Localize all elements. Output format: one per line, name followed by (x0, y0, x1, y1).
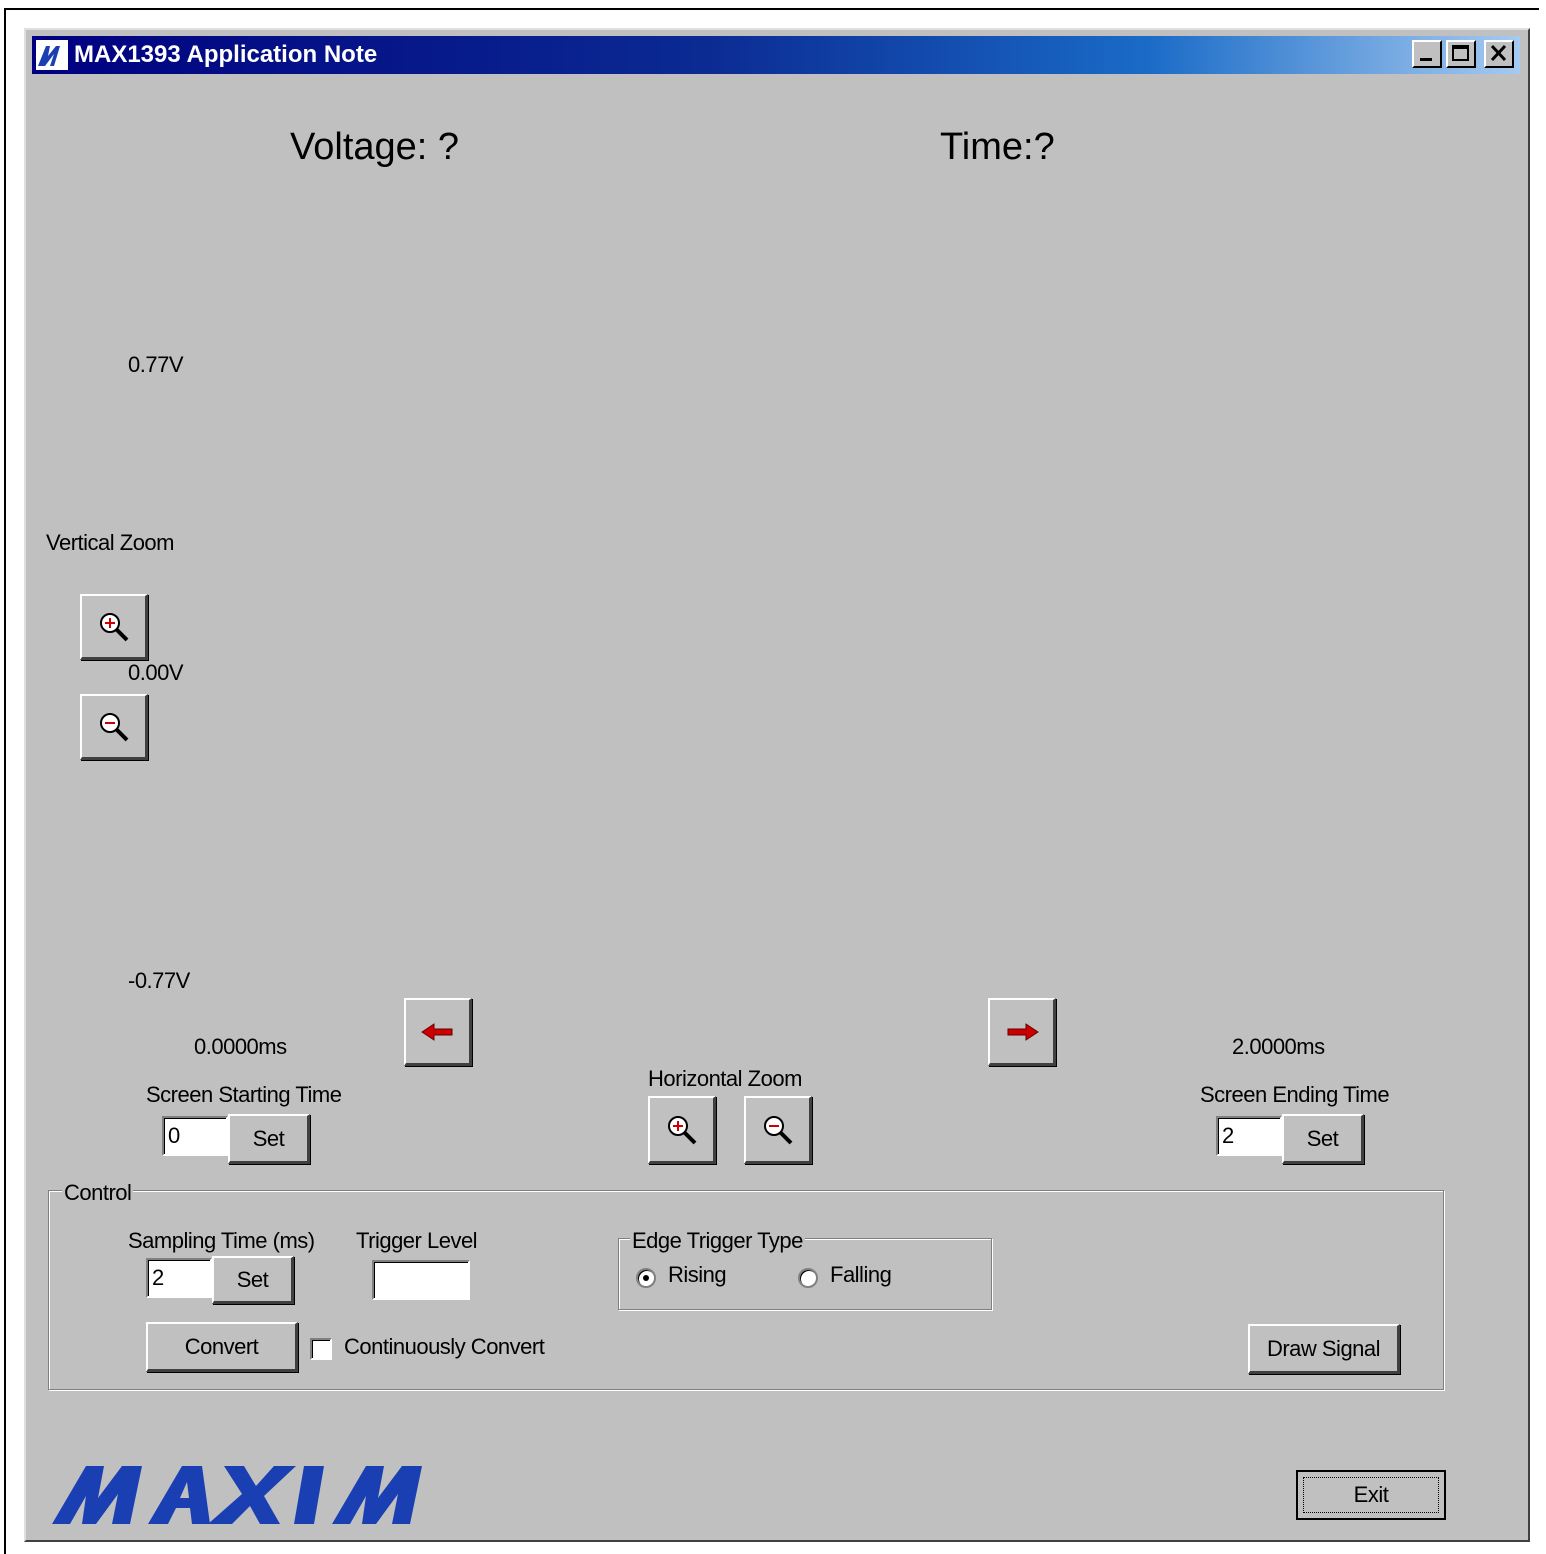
exit-button[interactable]: Exit (1296, 1470, 1446, 1520)
maxim-logo: MAXIM (52, 1464, 472, 1526)
continuous-convert-label: Continuously Convert (344, 1334, 545, 1359)
close-icon (1490, 44, 1507, 62)
zoom-out-icon (763, 1115, 792, 1144)
convert-button[interactable]: Convert (146, 1322, 298, 1372)
close-button[interactable] (1484, 40, 1514, 68)
control-group-title: Control (62, 1180, 134, 1206)
screen-end-label: Screen Ending Time (1200, 1082, 1390, 1107)
falling-radio[interactable] (798, 1268, 818, 1288)
right-arrow-icon (1007, 1022, 1039, 1041)
sampling-time-input[interactable] (146, 1258, 212, 1298)
minimize-icon (1420, 58, 1432, 61)
screen-start-label: Screen Starting Time (146, 1082, 342, 1107)
falling-label: Falling (830, 1262, 892, 1287)
vertical-zoom-in-button[interactable] (80, 594, 148, 660)
screen-start-set-button[interactable]: Set (228, 1114, 310, 1164)
maximize-icon (1452, 45, 1469, 61)
vertical-zoom-label: Vertical Zoom (46, 530, 175, 555)
rising-radio[interactable] (636, 1268, 656, 1288)
sampling-time-set-button[interactable]: Set (212, 1256, 294, 1304)
app-icon (36, 40, 68, 70)
voltage-bottom-label: -0.77V (128, 968, 190, 993)
edge-trigger-title: Edge Trigger Type (630, 1228, 805, 1254)
rising-label: Rising (668, 1262, 727, 1287)
voltage-middle-label: 0.00V (128, 660, 184, 685)
horizontal-zoom-label: Horizontal Zoom (648, 1066, 802, 1091)
draw-signal-button[interactable]: Draw Signal (1248, 1324, 1400, 1374)
time-end-label: 2.0000ms (1232, 1034, 1325, 1059)
zoom-in-icon (99, 612, 128, 641)
screen-end-set-button[interactable]: Set (1282, 1114, 1364, 1164)
screen-end-input[interactable] (1216, 1116, 1282, 1156)
radio-selected-dot (643, 1275, 649, 1281)
maximize-button[interactable] (1446, 40, 1476, 68)
voltage-readout: Voltage: ? (290, 126, 460, 168)
time-start-label: 0.0000ms (194, 1034, 287, 1059)
trigger-level-input[interactable] (372, 1260, 470, 1300)
zoom-out-icon (99, 712, 128, 741)
left-arrow-icon (420, 1022, 452, 1041)
continuous-convert-checkbox[interactable] (310, 1338, 332, 1360)
trigger-level-label: Trigger Level (356, 1228, 478, 1253)
time-readout: Time:? (940, 126, 1055, 168)
horizontal-zoom-out-button[interactable] (744, 1096, 812, 1164)
sampling-time-label: Sampling Time (ms) (128, 1228, 315, 1253)
vertical-zoom-out-button[interactable] (80, 694, 148, 760)
horizontal-zoom-in-button[interactable] (648, 1096, 716, 1164)
scroll-left-button[interactable] (404, 998, 472, 1066)
minimize-button[interactable] (1412, 40, 1442, 68)
screen-start-input[interactable] (162, 1116, 228, 1156)
voltage-top-label: 0.77V (128, 352, 184, 377)
app-window: MAX1393 Application Note Voltage: ? Time… (24, 28, 1530, 1542)
window-title: MAX1393 Application Note (74, 41, 378, 68)
title-bar[interactable]: MAX1393 Application Note (32, 36, 1520, 74)
zoom-in-icon (667, 1115, 696, 1144)
scroll-right-button[interactable] (988, 998, 1056, 1066)
